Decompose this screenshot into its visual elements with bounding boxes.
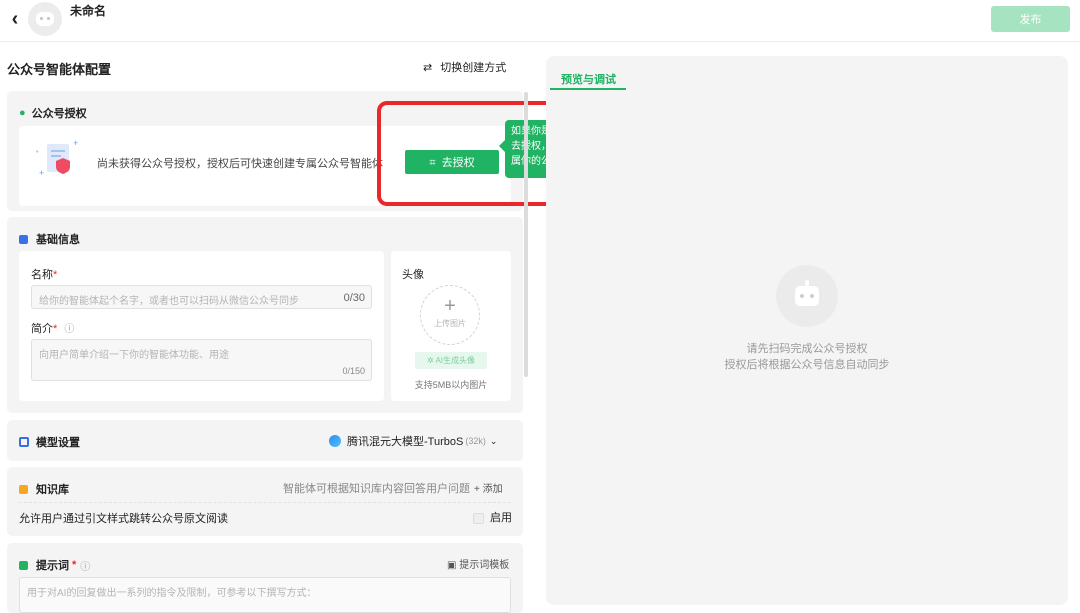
chevron-down-icon: ⌄ xyxy=(489,435,498,446)
template-icon: ▣ xyxy=(447,560,460,571)
switch-mode-button[interactable]: ⇄ 切换创建方式 xyxy=(423,59,506,75)
calendar-icon xyxy=(19,234,28,244)
knowledge-icon xyxy=(19,484,28,494)
wechat-icon: ● xyxy=(19,107,26,119)
scrollbar[interactable] xyxy=(524,92,528,377)
top-bar: ‹ 未命名 发布 xyxy=(0,0,1080,42)
preview-line-2: 授权后将根据公众号信息自动同步 xyxy=(724,359,890,371)
prompt-header: 提示词 * ⓘ xyxy=(19,557,90,573)
knowledge-section: 知识库 智能体可根据知识库内容回答用户问题 + 添加 允许用户通过引文样式跳转公… xyxy=(7,467,523,536)
switch-icon: ⇄ xyxy=(423,62,433,74)
knowledge-title: 知识库 xyxy=(36,484,69,496)
add-label: 添加 xyxy=(482,484,503,495)
svg-text:+: + xyxy=(39,168,44,178)
prompt-input[interactable]: 用于对AI的回复做出一系列的指令及限制，可参考以下撰写方式： xyxy=(19,577,511,613)
upload-avatar-button[interactable]: + 上传图片 xyxy=(420,285,480,345)
robot-icon xyxy=(36,12,54,26)
divider xyxy=(19,502,511,503)
intro-placeholder: 向用户简单介绍一下你的智能体功能、用途 xyxy=(39,350,229,361)
knowledge-hint: 智能体可根据知识库内容回答用户问题 xyxy=(283,483,470,495)
switch-label: 切换创建方式 xyxy=(440,62,507,74)
knowledge-header: 知识库 xyxy=(19,481,69,497)
svg-text:+: + xyxy=(73,138,78,148)
ai-avatar-button[interactable]: ✲ AI生成头像 xyxy=(415,352,487,369)
avatar-label: 头像 xyxy=(402,269,424,281)
name-input[interactable]: 给你的智能体起个名字，或者也可以扫码从微信公众号同步 0/30 xyxy=(31,285,372,309)
intro-input[interactable]: 向用户简单介绍一下你的智能体功能、用途 0/150 xyxy=(31,339,372,381)
prompt-placeholder: 用于对AI的回复做出一系列的指令及限制，可参考以下撰写方式： xyxy=(27,588,317,599)
basic-form-card: 名称* 给你的智能体起个名字，或者也可以扫码从微信公众号同步 0/30 简介* … xyxy=(19,251,384,401)
enable-toggle[interactable]: 启用 xyxy=(473,509,512,525)
intro-label: 简介* ⓘ xyxy=(31,323,75,335)
model-select[interactable]: 腾讯混元大模型-TurboS (32k) ⌄ xyxy=(329,433,497,449)
tab-indicator xyxy=(550,88,626,90)
model-title: 模型设置 xyxy=(36,437,80,449)
required-mark: * xyxy=(72,559,77,571)
svg-text:•: • xyxy=(36,149,39,156)
name-placeholder: 给你的智能体起个名字，或者也可以扫码从微信公众号同步 xyxy=(39,296,299,307)
template-label: 提示词模板 xyxy=(459,560,510,571)
model-context: (32k) xyxy=(465,436,486,446)
preview-line-1: 请先扫码完成公众号授权 xyxy=(746,343,868,355)
auth-title: 公众号授权 xyxy=(31,108,87,120)
enable-label: 启用 xyxy=(490,512,512,524)
prompt-title: 提示词 xyxy=(36,560,69,572)
ai-avatar-label: AI生成头像 xyxy=(435,356,476,365)
preview-panel: 预览与调试 请先扫码完成公众号授权 授权后将根据公众号信息自动同步 xyxy=(546,56,1068,605)
model-icon xyxy=(19,437,29,447)
tab-preview[interactable]: 预览与调试 xyxy=(561,71,616,87)
hunyuan-icon xyxy=(329,435,341,447)
auth-header: ● 公众号授权 xyxy=(19,105,87,121)
prompt-icon xyxy=(19,560,28,570)
model-section: 模型设置 腾讯混元大模型-TurboS (32k) ⌄ xyxy=(7,420,523,461)
avatar[interactable] xyxy=(28,2,62,36)
publish-button[interactable]: 发布 xyxy=(991,6,1070,32)
preview-avatar xyxy=(776,265,838,327)
add-knowledge-button[interactable]: + 添加 xyxy=(474,480,503,495)
back-icon[interactable]: ‹ xyxy=(6,8,24,31)
plus-icon: + xyxy=(444,295,456,317)
basic-title: 基础信息 xyxy=(36,234,80,246)
intro-count: 0/150 xyxy=(342,366,365,376)
document-shield-icon: + + • xyxy=(36,138,78,178)
auth-message: 尚未获得公众号授权，授权后可快速创建专属公众号智能体 xyxy=(97,158,383,170)
model-header: 模型设置 xyxy=(19,434,80,450)
robot-icon xyxy=(795,280,819,306)
info-icon: ⓘ xyxy=(64,324,75,335)
name-count: 0/30 xyxy=(343,292,365,304)
avatar-hint: 支持5MB以内图片 xyxy=(414,380,488,390)
prompt-section: 提示词 * ⓘ ▣ 提示词模板 用于对AI的回复做出一系列的指令及限制，可参考以… xyxy=(7,543,523,613)
upload-label: 上传图片 xyxy=(434,319,466,328)
prompt-template-button[interactable]: ▣ 提示词模板 xyxy=(447,556,509,571)
plus-icon: + xyxy=(474,484,483,495)
info-icon: ⓘ xyxy=(80,561,91,573)
agent-title[interactable]: 未命名 xyxy=(70,2,106,19)
basic-header: 基础信息 xyxy=(19,231,80,247)
name-label: 名称* xyxy=(31,269,58,281)
allow-citation-label: 允许用户通过引文样式跳转公众号原文阅读 xyxy=(19,513,228,525)
checkbox[interactable] xyxy=(473,512,484,524)
config-title: 公众号智能体配置 xyxy=(7,62,112,77)
model-name: 腾讯混元大模型-TurboS xyxy=(347,436,464,448)
